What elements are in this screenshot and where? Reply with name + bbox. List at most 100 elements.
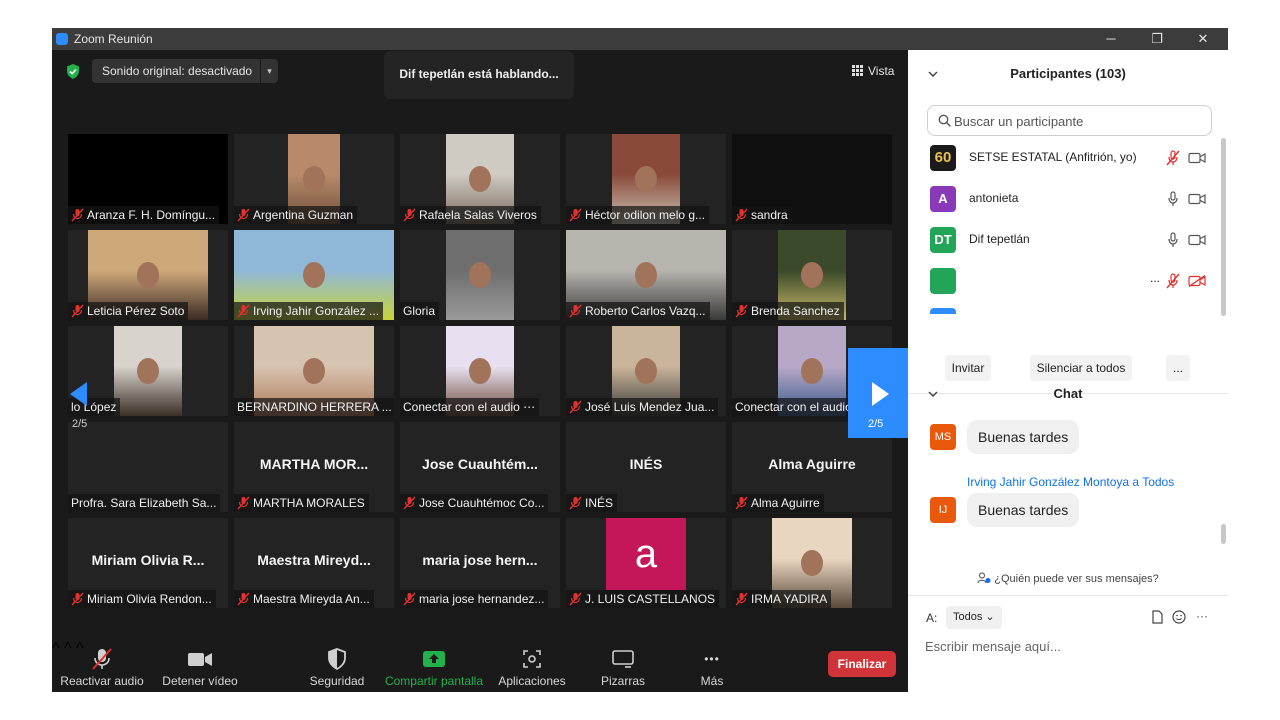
chevron-down-icon[interactable]: ▾ [260,59,278,83]
view-button[interactable]: Vista [844,60,900,82]
participant-video-tile[interactable]: Héctor odilon melo g... [566,134,726,224]
search-icon [938,114,951,127]
participant-video-tile[interactable]: Rafaela Salas Viveros [400,134,560,224]
chat-sender[interactable]: Irving Jahir González Montoya a Todos [967,475,1174,489]
video-camera-icon[interactable] [1188,234,1206,246]
avatar: DT [930,227,956,253]
chat-scrollbar[interactable] [1221,524,1226,544]
chat-message[interactable]: Buenas tardes [967,493,1080,527]
participant-row[interactable]: DT Dif tepetlán [930,226,1210,254]
mic-muted-icon[interactable] [1166,150,1180,166]
file-icon[interactable] [1150,610,1164,624]
avatar: MS [930,424,956,450]
participant-face [303,166,325,192]
video-camera-icon[interactable] [1188,152,1206,164]
participant-video-tile[interactable]: MARTHA MOR... MARTHA MORALES [234,422,394,512]
participant-name: sandra [751,208,788,222]
mic-icon[interactable] [1166,232,1180,248]
participant-list-scrollbar[interactable] [1221,138,1226,316]
participant-name-label: Irving Jahir González ... [234,302,384,320]
next-page-button[interactable]: 2/5 [848,348,908,438]
participant-video-tile[interactable]: José Luis Mendez Jua... [566,326,726,416]
security-button[interactable]: Seguridad [302,648,372,692]
participant-video-tile[interactable]: Maestra Mireyd... Maestra Mireyda An... [234,518,394,608]
participant-video-tile[interactable]: Jose Cuauhtém... Jose Cuauhtémoc Co... [400,422,560,512]
participant-face [137,358,159,384]
participant-name: Aranza F. H. Domíngu... [87,208,216,222]
participant-video-tile[interactable]: INÉS INÉS [566,422,726,512]
encryption-shield-icon[interactable] [66,64,80,79]
mic-muted-icon [735,592,748,606]
mute-all-button[interactable]: Silenciar a todos [1030,355,1132,381]
mic-icon[interactable] [1166,191,1180,207]
participant-video-tile[interactable]: Roberto Carlos Vazq... [566,230,726,320]
participant-row[interactable]: 60 SETSE ESTATAL (Anfitrión, yo) [930,144,1210,172]
to-label: A: [926,611,938,625]
participant-name-label: Jose Cuauhtémoc Co... [400,494,549,512]
invite-button[interactable]: Invitar [945,355,991,381]
participant-video-tile[interactable]: Brenda Sanchez [732,230,892,320]
participant-video-tile[interactable]: Gloria [400,230,560,320]
participant-video-tile[interactable]: BERNARDINO HERRERA ... [234,326,394,416]
who-can-see-messages[interactable]: ¿Quién puede ver sus mensajes? [908,572,1228,585]
participant-video-tile[interactable]: Leticia Pérez Soto [68,230,228,320]
participant-name-label: MARTHA MORALES [234,494,369,512]
recipient-select[interactable]: Todos ⌄ [946,606,1002,629]
participant-video-tile[interactable]: Conectar con el audio ⋯ [400,326,560,416]
participant-name: Conectar con el audio [735,400,852,414]
participant-name-label: Miriam Olivia Rendon... [68,590,216,608]
emoji-icon[interactable] [1172,610,1186,624]
participant-display-name: INÉS [629,456,663,472]
chat-more-button[interactable]: ··· [1196,609,1208,623]
participant-name: Gloria [403,304,436,318]
participant-video-tile[interactable]: sandra [732,134,892,224]
avatar: 60 [930,145,956,171]
participant-name-label: Profra. Sara Elizabeth Sa... [68,494,221,512]
participant-video-tile[interactable]: Miriam Olivia R... Miriam Olivia Rendon..… [68,518,228,608]
previous-page-button[interactable]: 2/5 [68,348,108,438]
share-screen-button[interactable]: Compartir pantalla [382,648,486,692]
participants-more-button[interactable]: ... [1166,355,1190,381]
whiteboards-button[interactable]: Pizarras [588,648,658,692]
recipient-value: Todos [953,611,983,623]
participant-video-tile[interactable]: a J. LUIS CASTELLANOS [566,518,726,608]
unmute-button[interactable]: Reactivar audio [60,648,144,692]
close-button[interactable]: ✕ [1180,28,1226,50]
end-meeting-button[interactable]: Finalizar [828,651,896,677]
apps-icon [523,650,541,668]
zoom-window: Zoom Reunión ─ ❐ ✕ Sonido original: desa… [52,28,1228,692]
participant-name-label: Conectar con el audio [732,398,856,416]
chevron-down-icon: ⌄ [985,611,995,623]
chat-message-input[interactable] [925,636,1215,656]
participant-name: José Luis Mendez Jua... [585,400,715,414]
apps-button[interactable]: Aplicaciones [496,648,568,692]
participant-row[interactable]: ... [930,267,1210,295]
participant-video-tile[interactable]: Irving Jahir González ... [234,230,394,320]
participant-video-tile[interactable]: Argentina Guzman [234,134,394,224]
participant-name: Héctor odilon melo g... [585,208,706,222]
participant-row[interactable]: Aantonieta [930,185,1210,213]
mic-muted-icon[interactable] [1166,273,1180,289]
participant-video-tile[interactable]: IRMA YADIRA [732,518,892,608]
audio-options-caret[interactable]: ^ [52,640,60,657]
original-sound-toggle[interactable]: Sonido original: desactivado ▾ [92,59,278,83]
video-camera-icon[interactable] [1188,193,1206,205]
minimize-button[interactable]: ─ [1088,28,1134,50]
stop-video-button[interactable]: Detener vídeo [158,648,242,692]
participant-video-tile[interactable]: maria jose hern... maria jose hernandez..… [400,518,560,608]
participant-display-name: maria jose hern... [422,552,538,568]
video-off-icon[interactable] [1188,275,1206,287]
participant-video-tile[interactable]: Aranza F. H. Domíngu... [68,134,228,224]
participant-name-label: Alma Aguirre [732,494,824,512]
original-sound-label: Sonido original: desactivado [102,64,253,78]
whiteboards-label: Pizarras [600,674,645,688]
participant-name: Irving Jahir González ... [253,304,380,318]
unmute-label: Reactivar audio [60,674,144,688]
participant-search[interactable] [927,105,1212,136]
restore-button[interactable]: ❐ [1134,28,1180,50]
more-button[interactable]: ••• Más [682,648,742,692]
participant-display-name: Jose Cuauhtém... [422,456,538,472]
participant-search-input[interactable] [954,112,1204,130]
more-label: Más [700,674,724,688]
chat-message[interactable]: Buenas tardes [967,420,1080,454]
